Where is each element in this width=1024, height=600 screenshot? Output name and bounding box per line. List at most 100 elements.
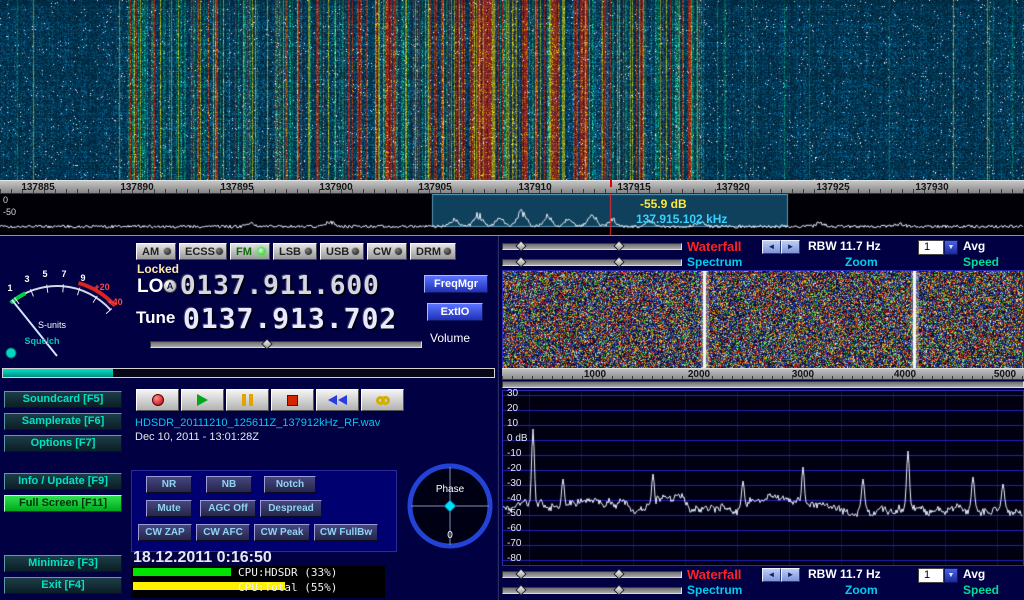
af-scroll-bar[interactable] — [502, 381, 1024, 388]
mode-button-lsb[interactable]: LSB — [273, 243, 317, 260]
af-tick-label: 2000 — [688, 369, 710, 380]
freqmgr-button[interactable]: FreqMgr — [424, 275, 488, 293]
lo-frequency-display[interactable]: 0137.911.600 — [180, 271, 380, 301]
stop-button[interactable] — [271, 389, 314, 411]
samplerate-button[interactable]: Samplerate [F6] — [4, 413, 122, 430]
playback-progress-bar[interactable] — [2, 368, 495, 378]
rf-frequency-scale[interactable]: 137885 137890 137895 137900 137905 13791… — [0, 180, 1024, 194]
rf-waterfall-display[interactable] — [0, 0, 1024, 180]
mute-button[interactable]: Mute — [146, 500, 192, 517]
zoom-right-button[interactable]: ► — [781, 240, 800, 254]
mode-button-drm[interactable]: DRM — [410, 243, 456, 260]
slider-thumb[interactable] — [515, 240, 526, 251]
mode-led-icon — [304, 247, 313, 256]
speed-select[interactable]: 1 — [918, 240, 944, 255]
speed-label: Speed — [963, 255, 999, 269]
rf-spectrum-display[interactable] — [0, 194, 1024, 235]
slider-thumb[interactable] — [515, 256, 526, 267]
slider-thumb[interactable] — [515, 584, 526, 595]
af-waterfall-label[interactable]: Waterfall — [687, 567, 741, 582]
nr-button[interactable]: NR — [146, 476, 192, 493]
slider-thumb[interactable] — [515, 568, 526, 579]
af-frequency-scale[interactable]: 1000 2000 3000 4000 5000 — [502, 368, 1024, 380]
notch-button[interactable]: Notch — [264, 476, 316, 493]
pause-button[interactable] — [226, 389, 269, 411]
tune-frequency-display[interactable]: 0137.913.702 — [183, 302, 397, 335]
lo-auto-button[interactable]: A — [163, 279, 177, 293]
freq-tick-label: 137910 — [518, 182, 551, 193]
s-units-label: S-units — [38, 320, 67, 330]
despread-button[interactable]: Despread — [260, 500, 322, 517]
loop-button[interactable] — [361, 389, 404, 411]
mode-button-usb[interactable]: USB — [320, 243, 364, 260]
slider-thumb[interactable] — [613, 568, 624, 579]
smeter-tick: 3 — [24, 274, 29, 284]
mode-led-icon — [215, 247, 224, 256]
mode-button-fm[interactable]: FM — [230, 243, 270, 260]
mode-label: DRM — [416, 246, 441, 258]
af-spectrum-range-slider[interactable] — [502, 587, 682, 594]
tune-label: Tune — [136, 308, 175, 328]
cw-afc-button[interactable]: CW AFC — [196, 524, 250, 541]
freq-tick-label: 137895 — [220, 182, 253, 193]
af-waterfall-contrast-slider[interactable] — [502, 571, 682, 578]
waterfall-contrast-slider[interactable] — [502, 243, 682, 250]
cpu-total-text: CPU:Total (55%) — [238, 581, 337, 594]
exit-button[interactable]: Exit [F4] — [4, 577, 122, 594]
af-spectrum-display[interactable] — [502, 390, 1024, 566]
af-tick-label: 5000 — [994, 369, 1016, 380]
db-axis-label: -30 — [507, 478, 521, 489]
mode-led-icon — [163, 247, 172, 256]
af-tick-label: 1000 — [584, 369, 606, 380]
cw-peak-button[interactable]: CW Peak — [254, 524, 310, 541]
cw-zap-button[interactable]: CW ZAP — [138, 524, 192, 541]
spectrum-label[interactable]: Spectrum — [687, 255, 742, 269]
fullscreen-button[interactable]: Full Screen [F11] — [4, 495, 122, 512]
slider-thumb[interactable] — [613, 584, 624, 595]
record-button[interactable] — [136, 389, 179, 411]
soundcard-button[interactable]: Soundcard [F5] — [4, 391, 122, 408]
minimize-button[interactable]: Minimize [F3] — [4, 555, 122, 572]
freq-tick-label: 137915 — [617, 182, 650, 193]
rewind-button[interactable] — [316, 389, 359, 411]
stop-icon — [287, 395, 298, 406]
af-zoom-left-button[interactable]: ◄ — [762, 568, 781, 582]
mode-button-am[interactable]: AM — [136, 243, 176, 260]
db-axis-label: 30 — [507, 388, 518, 399]
avg-label: Avg — [963, 239, 985, 253]
freq-tick-label: 137905 — [418, 182, 451, 193]
db-axis-label: -10 — [507, 448, 521, 459]
agc-button[interactable]: AGC Off — [200, 500, 256, 517]
volume-slider-thumb[interactable] — [261, 338, 272, 349]
af-speed-select-arrow-icon[interactable]: ▼ — [944, 568, 958, 583]
info-update-button[interactable]: Info / Update [F9] — [4, 473, 122, 490]
db-scale-label: -50 — [3, 207, 16, 217]
cw-fullbw-button[interactable]: CW FullBw — [314, 524, 378, 541]
db-axis-label: -40 — [507, 493, 521, 504]
af-spectrum-label[interactable]: Spectrum — [687, 583, 742, 597]
cursor-db-readout: -55.9 dB — [640, 197, 687, 211]
spectrum-range-slider[interactable] — [502, 259, 682, 266]
mode-button-ecss[interactable]: ECSS — [179, 243, 227, 260]
squelch-knob[interactable] — [6, 348, 16, 358]
db-axis-label: -50 — [507, 508, 521, 519]
speed-select-arrow-icon[interactable]: ▼ — [944, 240, 958, 255]
play-button[interactable] — [181, 389, 224, 411]
cursor-frequency-readout: 137.915.102 kHz — [636, 212, 727, 226]
mode-label: AM — [142, 246, 159, 258]
panel-divider — [497, 236, 499, 600]
slider-thumb[interactable] — [613, 256, 624, 267]
nb-button[interactable]: NB — [206, 476, 252, 493]
af-zoom-right-button[interactable]: ► — [781, 568, 800, 582]
zoom-left-button[interactable]: ◄ — [762, 240, 781, 254]
options-button[interactable]: Options [F7] — [4, 435, 122, 452]
mode-button-cw[interactable]: CW — [367, 243, 407, 260]
af-waterfall-display[interactable] — [502, 270, 1024, 370]
slider-thumb[interactable] — [613, 240, 624, 251]
extio-button[interactable]: ExtIO — [427, 303, 483, 321]
volume-slider[interactable] — [150, 341, 422, 348]
waterfall-label[interactable]: Waterfall — [687, 239, 741, 254]
af-speed-select[interactable]: 1 — [918, 568, 944, 583]
smeter-tick: 9 — [80, 273, 85, 283]
freq-tick-label: 137885 — [21, 182, 54, 193]
